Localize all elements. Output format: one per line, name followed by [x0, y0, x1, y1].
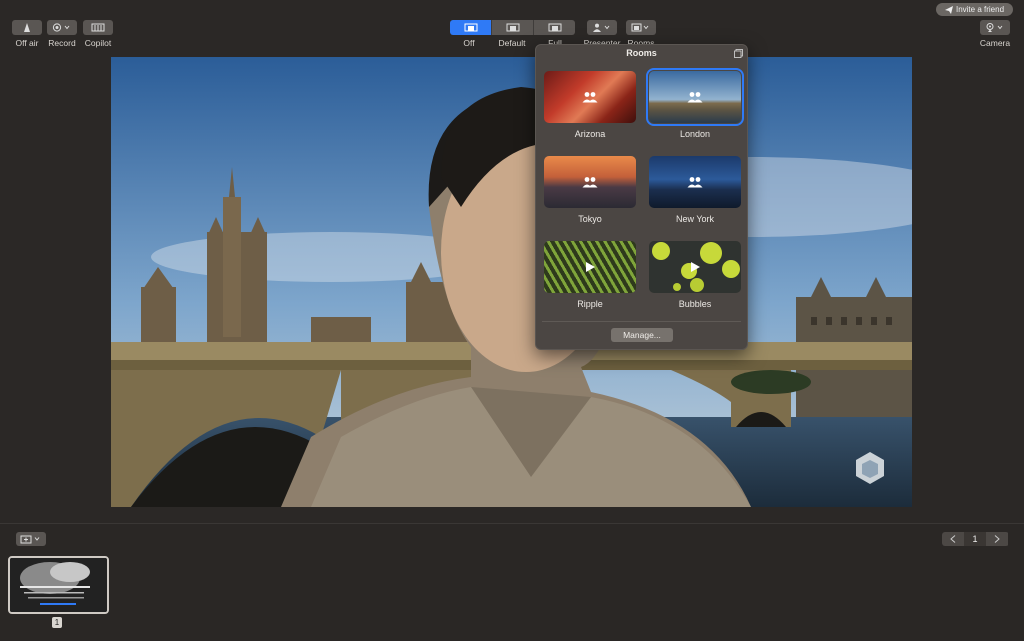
- record-label: Record: [48, 38, 76, 48]
- room-arizona[interactable]: Arizona: [544, 71, 636, 139]
- page-navigator: 1: [942, 532, 1009, 546]
- current-page-indicator: 1: [964, 532, 986, 546]
- record-icon: [52, 23, 70, 32]
- layout-default-label: Default: [498, 38, 526, 48]
- people-icon: [687, 92, 703, 103]
- layout-off-button[interactable]: [450, 20, 491, 35]
- chevron-right-icon: [994, 535, 1000, 543]
- camera-label: Camera: [979, 38, 1011, 48]
- presenter-button[interactable]: [587, 20, 617, 35]
- layout-off-label: Off: [463, 38, 475, 48]
- slides-panel: 1 1: [0, 523, 1024, 641]
- layout-default-button[interactable]: [491, 20, 533, 35]
- next-page-button[interactable]: [986, 532, 1008, 546]
- room-tokyo-label: Tokyo: [578, 214, 602, 224]
- copilot-button[interactable]: [83, 20, 113, 35]
- copilot-icon: [91, 23, 105, 32]
- slide-preview: [10, 558, 107, 612]
- detach-icon[interactable]: [734, 49, 743, 58]
- layout-segmented-control: [450, 20, 575, 35]
- layout-default-icon: [506, 23, 519, 32]
- copilot-label: Copilot: [84, 38, 112, 48]
- paper-plane-icon: [944, 5, 953, 14]
- room-london-label: London: [679, 129, 711, 139]
- room-bubbles[interactable]: Bubbles: [649, 241, 741, 309]
- add-media-icon: [20, 535, 40, 544]
- broadcast-icon: [24, 23, 30, 32]
- room-ripple-label: Ripple: [577, 299, 603, 309]
- manage-rooms-button[interactable]: Manage...: [611, 328, 673, 342]
- room-new-york[interactable]: New York: [649, 156, 741, 224]
- popover-divider: [542, 321, 741, 322]
- off-air-label: Off air: [15, 38, 39, 48]
- room-new-york-thumbnail: [649, 156, 741, 208]
- room-bubbles-label: Bubbles: [678, 299, 712, 309]
- record-button[interactable]: [47, 20, 77, 35]
- room-london-thumbnail: [646, 68, 744, 126]
- invite-friend-button[interactable]: Invite a friend: [936, 3, 1013, 16]
- invite-friend-label: Invite a friend: [955, 5, 1005, 14]
- london-room-background: [111, 57, 912, 507]
- slide-number: 1: [52, 617, 62, 628]
- room-ripple[interactable]: Ripple: [544, 241, 636, 309]
- camera-button[interactable]: [980, 20, 1010, 35]
- room-arizona-thumbnail: [544, 71, 636, 123]
- play-icon: [691, 262, 700, 272]
- room-bubbles-thumbnail: [649, 241, 741, 293]
- top-toolbar: Off air Record Copilot Off Default Full …: [0, 0, 1024, 54]
- people-icon: [687, 177, 703, 188]
- room-new-york-label: New York: [675, 214, 715, 224]
- camera-icon: [986, 23, 1003, 32]
- people-icon: [582, 177, 598, 188]
- room-arizona-label: Arizona: [574, 129, 606, 139]
- previous-page-button[interactable]: [942, 532, 964, 546]
- video-stage[interactable]: [111, 57, 912, 507]
- off-air-button[interactable]: [12, 20, 42, 35]
- rooms-icon: [631, 23, 649, 32]
- add-slide-button[interactable]: [16, 532, 46, 546]
- rooms-button[interactable]: [626, 20, 656, 35]
- room-ripple-thumbnail: [544, 241, 636, 293]
- rooms-popover-title: Rooms: [626, 48, 657, 58]
- layout-off-icon: [464, 23, 477, 32]
- play-icon: [586, 262, 595, 272]
- rooms-popover: Rooms Arizona London Tokyo New York Ripp…: [535, 44, 748, 350]
- room-london[interactable]: London: [646, 68, 744, 139]
- presenter-icon: [593, 23, 610, 32]
- chevron-left-icon: [950, 535, 956, 543]
- layout-full-button[interactable]: [533, 20, 575, 35]
- room-tokyo-thumbnail: [544, 156, 636, 208]
- people-icon: [582, 92, 598, 103]
- layout-full-icon: [548, 23, 561, 32]
- slide-thumbnail[interactable]: [8, 556, 109, 614]
- room-tokyo[interactable]: Tokyo: [544, 156, 636, 224]
